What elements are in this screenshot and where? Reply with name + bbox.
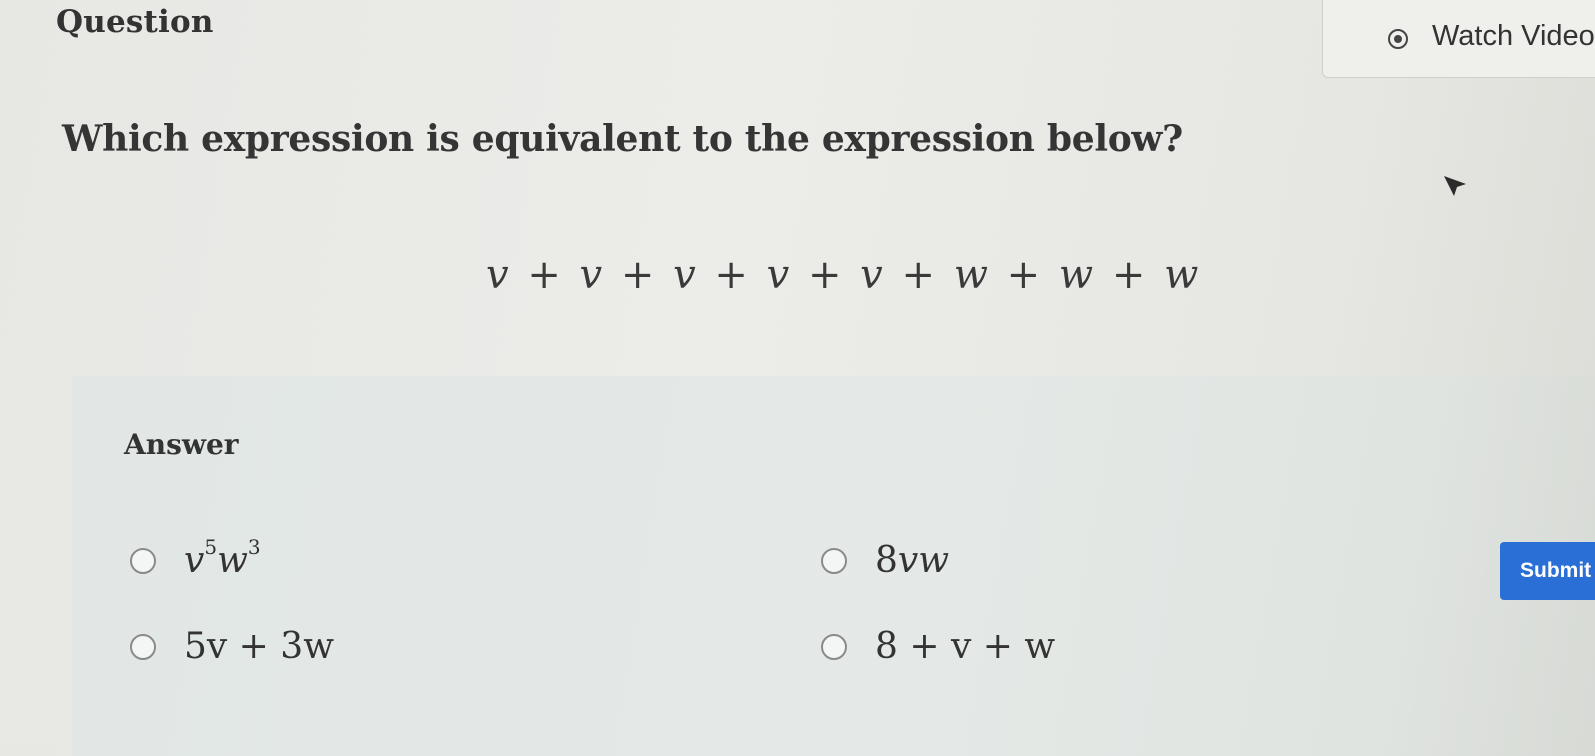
submit-button[interactable]: Submit xyxy=(1500,542,1595,600)
question-heading: Question xyxy=(56,4,214,40)
radio-button[interactable] xyxy=(130,633,156,660)
question-expression: v + v + v + v + v + w + w + w xyxy=(486,252,1200,298)
watch-video-label: Watch Video xyxy=(1432,20,1595,52)
radio-button[interactable] xyxy=(130,547,156,574)
answer-option-a[interactable]: v5w3 xyxy=(130,535,261,581)
answer-option-text: 5v + 3w xyxy=(184,626,335,667)
answer-option-d[interactable]: 8 + v + w xyxy=(821,626,1055,667)
answer-option-text: 8 + v + w xyxy=(875,626,1056,667)
submit-label: Submit xyxy=(1520,559,1592,582)
radio-button[interactable] xyxy=(821,633,847,660)
play-circle-icon xyxy=(1388,29,1408,49)
answer-option-b[interactable]: 8vw xyxy=(821,540,949,581)
mouse-pointer-icon xyxy=(1444,176,1466,196)
radio-button[interactable] xyxy=(821,547,847,574)
question-prompt: Which expression is equivalent to the ex… xyxy=(62,118,1183,160)
answer-label: Answer xyxy=(124,428,239,461)
answer-option-c[interactable]: 5v + 3w xyxy=(130,626,334,667)
answer-option-text: v5w3 xyxy=(184,535,261,581)
answer-option-text: 8vw xyxy=(875,540,950,581)
